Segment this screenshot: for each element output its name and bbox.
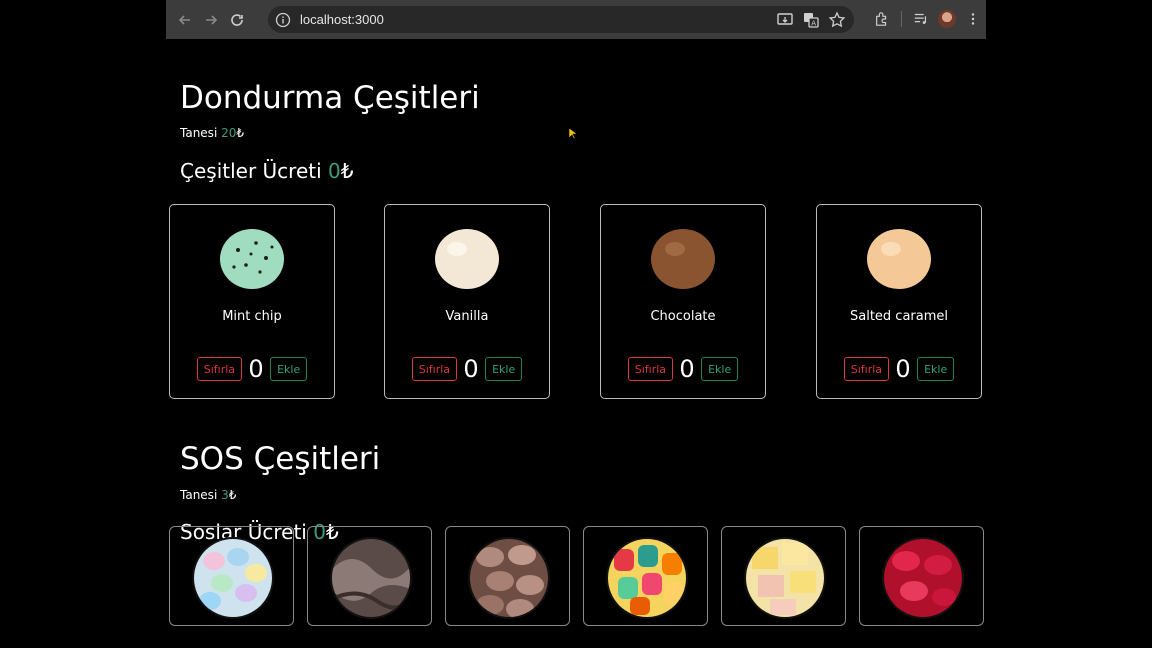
url-text: localhost:3000 bbox=[300, 12, 384, 27]
chocolate-scoop-image bbox=[651, 229, 715, 289]
icecream-name: Salted caramel bbox=[849, 309, 948, 324]
reset-button[interactable]: Sıfırla bbox=[843, 357, 890, 381]
site-info-icon[interactable] bbox=[275, 12, 291, 28]
icecream-card-salted-caramel: Salted caramel Sıfırla 0 Ekle bbox=[816, 204, 982, 399]
price-label: Tanesi bbox=[180, 488, 218, 502]
add-button[interactable]: Ekle bbox=[917, 357, 955, 381]
back-icon[interactable] bbox=[172, 7, 198, 33]
icecream-total: Çeşitler Ücreti 0₺ bbox=[180, 159, 353, 183]
sauce-card-turkish-delight bbox=[721, 526, 846, 626]
icecream-unit-price: Tanesi 20₺ bbox=[180, 126, 244, 140]
red-candies-image bbox=[882, 537, 964, 619]
sauce-card-chocolate-chips bbox=[445, 526, 570, 626]
sauce-unit-price: Tanesi 3₺ bbox=[180, 488, 236, 502]
price-value: 20 bbox=[221, 126, 237, 140]
total-value: 0 bbox=[328, 159, 341, 183]
sauce-card-candy-eggs bbox=[169, 526, 294, 626]
candy-eggs-image bbox=[192, 537, 274, 619]
address-bar[interactable]: localhost:3000 A bbox=[268, 6, 854, 33]
bookmark-star-icon[interactable] bbox=[828, 11, 846, 29]
price-value: 3 bbox=[221, 488, 229, 502]
vanilla-scoop-image bbox=[435, 229, 499, 289]
turkish-delight-image bbox=[744, 537, 826, 619]
icecream-name: Mint chip bbox=[222, 309, 282, 324]
gummy-bears-image bbox=[606, 537, 688, 619]
toolbar-divider bbox=[901, 11, 902, 27]
chocolate-chips-image bbox=[468, 537, 550, 619]
reset-button[interactable]: Sıfırla bbox=[627, 357, 674, 381]
sauce-card-chocolate-sauce bbox=[307, 526, 432, 626]
currency: ₺ bbox=[236, 126, 245, 140]
icecream-card-vanilla: Vanilla Sıfırla 0 Ekle bbox=[384, 204, 550, 399]
reset-button[interactable]: Sıfırla bbox=[196, 357, 243, 381]
salted-caramel-scoop-image bbox=[867, 229, 931, 289]
forward-icon[interactable] bbox=[198, 7, 224, 33]
currency: ₺ bbox=[340, 159, 354, 183]
quantity-count: 0 bbox=[679, 355, 695, 383]
mouse-cursor-icon bbox=[569, 128, 577, 140]
media-controls-icon[interactable] bbox=[908, 6, 934, 32]
quantity-count: 0 bbox=[895, 355, 911, 383]
extensions-icon[interactable] bbox=[869, 6, 895, 32]
quantity-count: 0 bbox=[463, 355, 479, 383]
price-label: Tanesi bbox=[180, 126, 218, 140]
install-app-icon[interactable] bbox=[776, 11, 794, 29]
icecream-name: Chocolate bbox=[650, 309, 716, 324]
add-button[interactable]: Ekle bbox=[270, 357, 308, 381]
add-button[interactable]: Ekle bbox=[701, 357, 739, 381]
svg-text:A: A bbox=[811, 20, 816, 28]
icecream-name: Vanilla bbox=[445, 309, 489, 324]
menu-kebab-icon[interactable] bbox=[960, 6, 986, 32]
chocolate-sauce-image bbox=[330, 537, 412, 619]
reload-icon[interactable] bbox=[224, 7, 250, 33]
icecream-card-mint-chip: Mint chip Sıfırla 0 Ekle bbox=[169, 204, 335, 399]
mint-chip-scoop-image bbox=[220, 229, 284, 289]
sauce-card-red-candies bbox=[859, 526, 984, 626]
translate-icon[interactable]: A bbox=[802, 11, 820, 29]
total-label: Çeşitler Ücreti bbox=[180, 159, 322, 183]
reset-button[interactable]: Sıfırla bbox=[411, 357, 458, 381]
currency: ₺ bbox=[228, 488, 237, 502]
icecream-section-title: Dondurma Çeşitleri bbox=[180, 80, 480, 116]
add-button[interactable]: Ekle bbox=[485, 357, 523, 381]
browser-toolbar: localhost:3000 A bbox=[166, 0, 986, 39]
quantity-count: 0 bbox=[248, 355, 264, 383]
sauce-section-title: SOS Çeşitleri bbox=[180, 441, 381, 477]
sauce-card-gummy-bears bbox=[583, 526, 708, 626]
icecream-card-chocolate: Chocolate Sıfırla 0 Ekle bbox=[600, 204, 766, 399]
profile-avatar[interactable] bbox=[934, 6, 960, 32]
